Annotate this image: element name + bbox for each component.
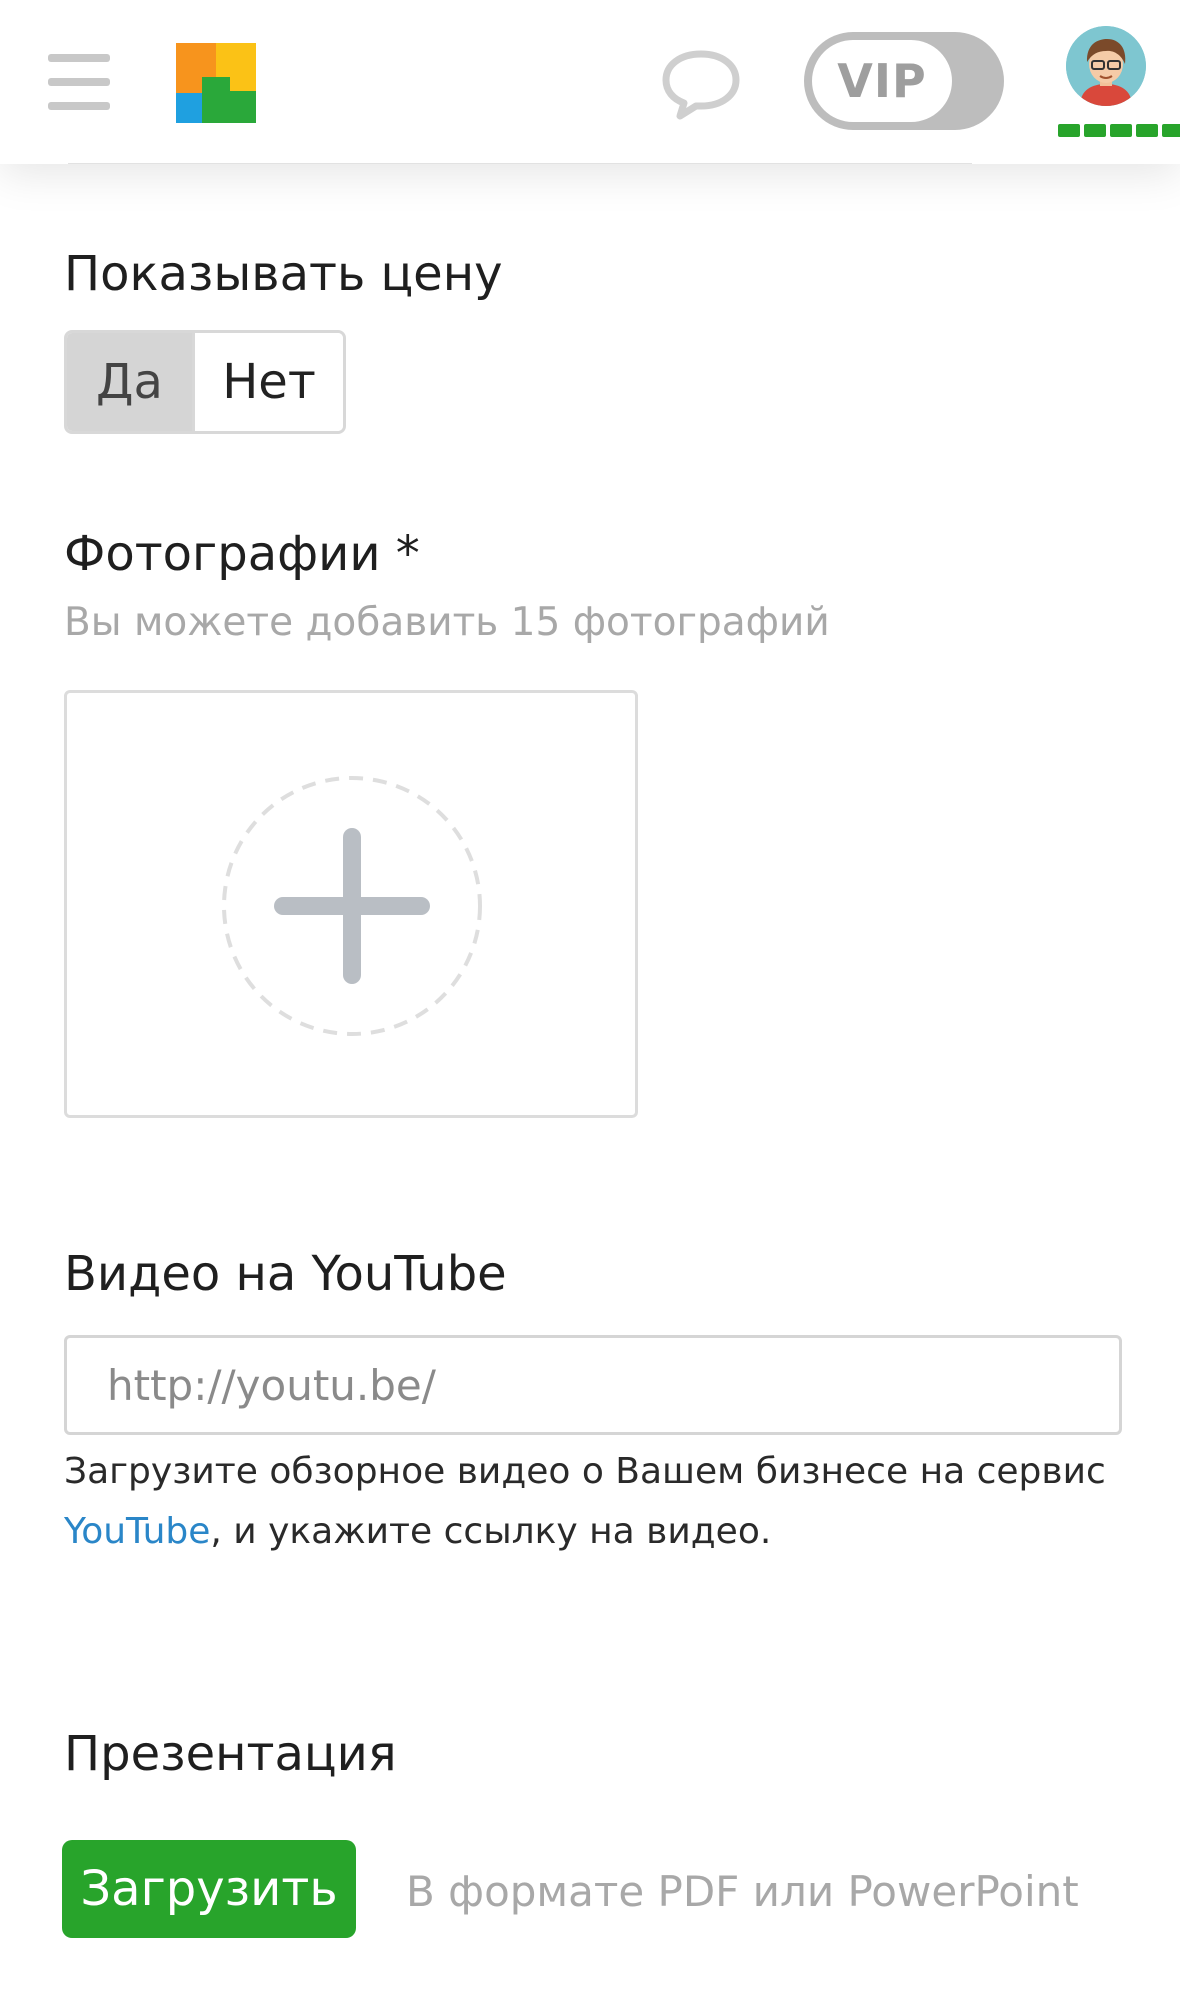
- presentation-label: Презентация: [64, 1726, 397, 1782]
- avatar[interactable]: [1066, 26, 1146, 106]
- youtube-description-end: , и укажите ссылку на видео.: [210, 1511, 772, 1552]
- logo-icon[interactable]: [176, 43, 256, 123]
- upload-presentation-button[interactable]: Загрузить: [62, 1840, 356, 1938]
- youtube-description: Загрузите обзорное видео о Вашем бизнесе…: [64, 1442, 1124, 1562]
- show-price-no-button[interactable]: Нет: [195, 333, 343, 431]
- photos-hint: Вы можете добавить 15 фотографий: [64, 600, 830, 645]
- vip-label: VIP: [812, 40, 952, 122]
- user-level-indicator: [1058, 124, 1180, 137]
- youtube-url-input[interactable]: [64, 1335, 1122, 1435]
- photo-upload-area[interactable]: [64, 690, 638, 1118]
- photos-label: Фотографии *: [64, 526, 420, 582]
- header-divider: [68, 163, 972, 164]
- youtube-label: Видео на YouTube: [64, 1246, 507, 1302]
- top-bar: VIP: [0, 0, 1180, 164]
- youtube-description-text: Загрузите обзорное видео о Вашем бизнесе…: [64, 1451, 1106, 1492]
- user-avatar-icon: [1066, 26, 1146, 106]
- youtube-link[interactable]: YouTube: [64, 1511, 210, 1552]
- menu-icon[interactable]: [48, 54, 110, 110]
- presentation-format-hint: В формате PDF или PowerPoint: [406, 1867, 1079, 1916]
- add-photo-icon: [222, 776, 482, 1036]
- show-price-label: Показывать цену: [64, 246, 503, 302]
- show-price-toggle: Да Нет: [64, 330, 346, 434]
- vip-toggle[interactable]: VIP: [804, 32, 1004, 130]
- show-price-yes-button[interactable]: Да: [67, 333, 195, 431]
- chat-icon[interactable]: [660, 48, 742, 122]
